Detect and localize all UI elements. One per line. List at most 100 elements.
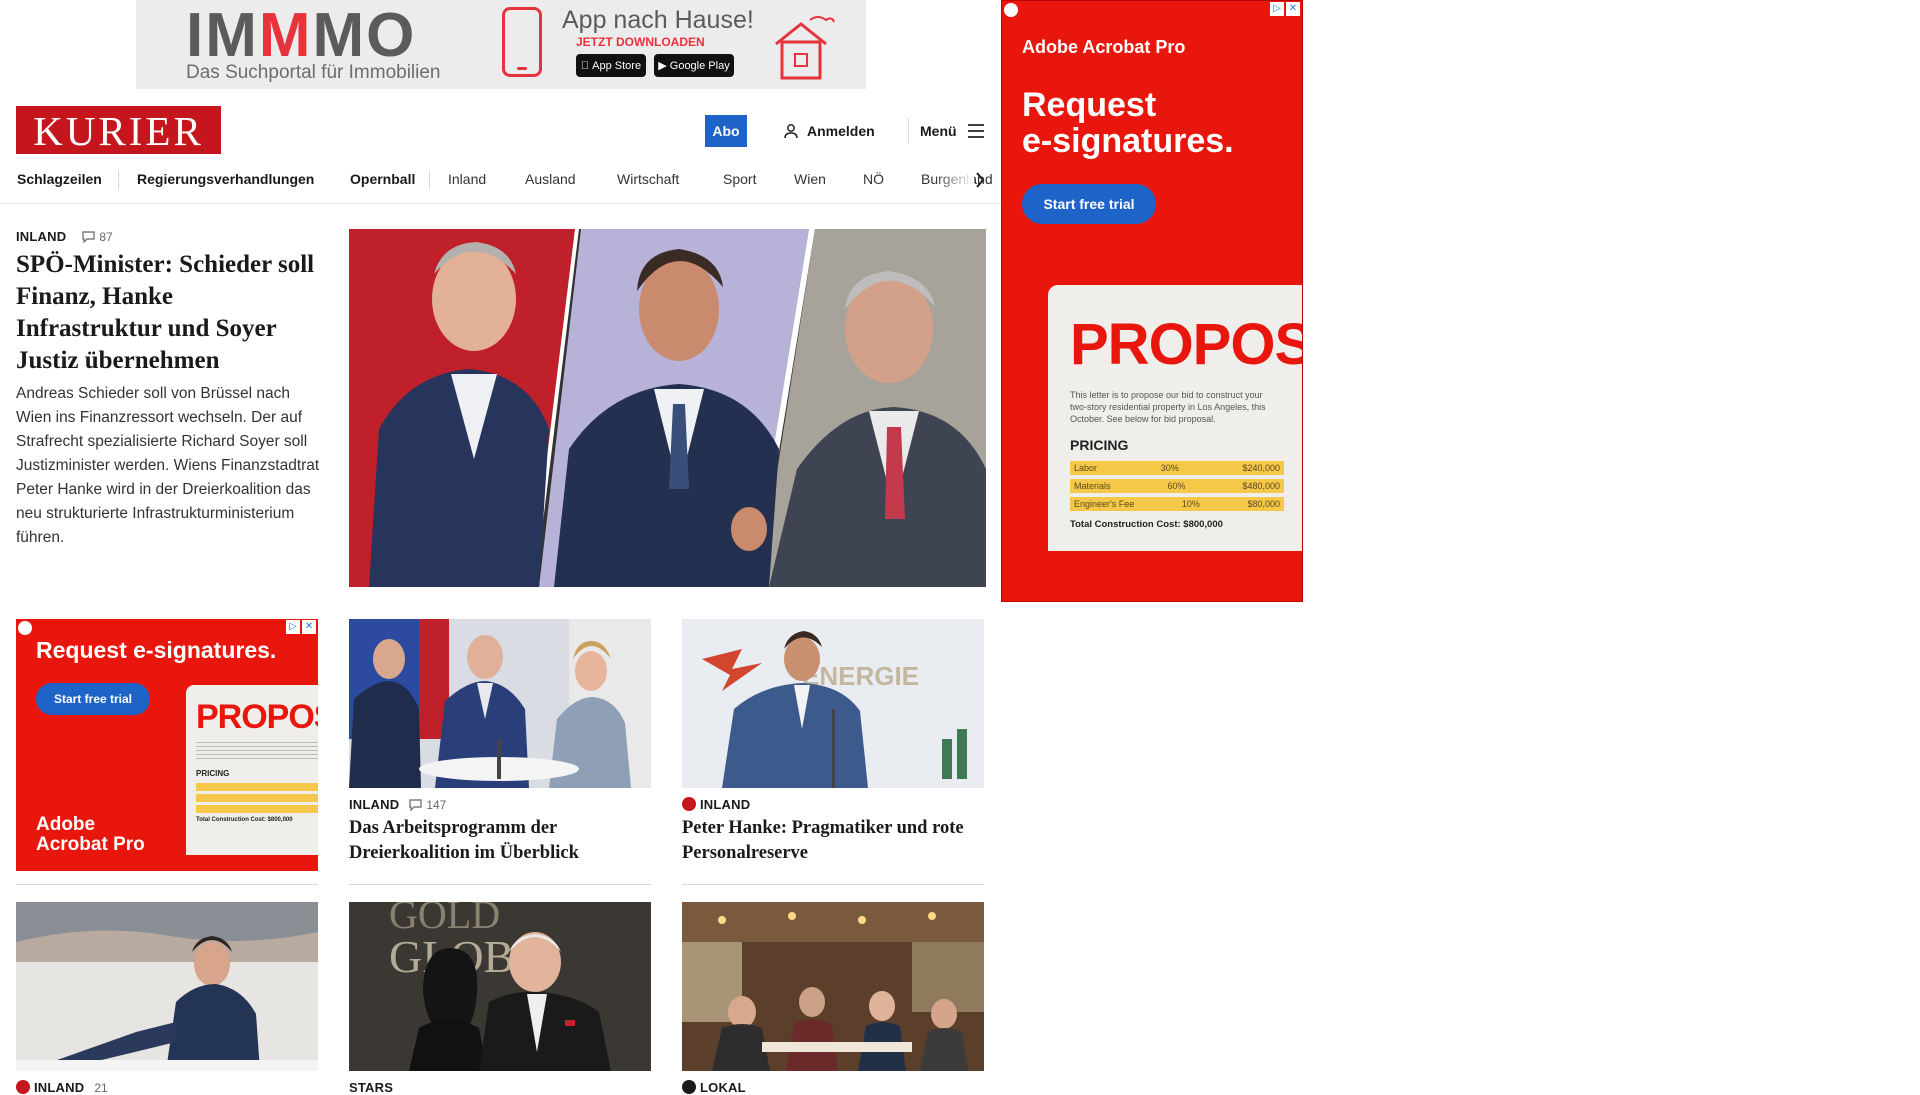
- restaurant-photo: [682, 902, 984, 1071]
- kurier-plus-icon: [682, 797, 696, 811]
- nav-separator: [429, 170, 430, 190]
- app-store-badge[interactable]: App Store: [576, 54, 646, 77]
- ad-brand: Adobe Acrobat Pro: [36, 814, 145, 855]
- card-headline[interactable]: Peter Hanke: Pragmatiker und rote Person…: [682, 816, 984, 866]
- doc-row: Labor 30% $240,000: [1070, 461, 1284, 475]
- doc-row: [196, 794, 318, 802]
- press-conference-photo: [349, 619, 651, 788]
- card-comment-count[interactable]: 21: [94, 1081, 107, 1095]
- menu-button[interactable]: Menü: [920, 119, 985, 143]
- google-play-badge[interactable]: ▶ Google Play: [654, 54, 734, 77]
- card-meta: LOKAL: [682, 1080, 746, 1095]
- header-divider: [908, 118, 909, 144]
- card-image[interactable]: [682, 902, 984, 1071]
- card-image[interactable]: GOLD GLOB: [349, 902, 651, 1071]
- card-rubric[interactable]: STARS: [349, 1080, 393, 1095]
- ad-subheadline: JETZT DOWNLOADEN: [576, 35, 705, 49]
- ad-info-icon[interactable]: [18, 621, 32, 635]
- close-icon[interactable]: ✕: [1286, 2, 1300, 16]
- lead-teaser: Andreas Schieder soll von Brüssel nach W…: [16, 385, 320, 546]
- skyscraper-ad[interactable]: ▷ ✕ Adobe Acrobat Pro Request e-signature…: [1001, 0, 1303, 602]
- kurier-plus-icon: [682, 1080, 696, 1094]
- top-banner-ad[interactable]: IMMMO Das Suchportal für Immobilien App …: [136, 0, 866, 89]
- login-link[interactable]: Anmelden: [783, 119, 875, 143]
- chevron-right-icon[interactable]: [974, 170, 986, 190]
- doc-title: PROPOSAL: [1070, 312, 1302, 377]
- card-rubric[interactable]: INLAND: [16, 1080, 84, 1095]
- ad-info-icon[interactable]: [1004, 3, 1018, 17]
- lead-photo-collage: [349, 229, 986, 587]
- hamburger-icon: [967, 124, 984, 138]
- nav-item-regierungsverhandlungen[interactable]: Regierungsverhandlungen: [137, 171, 314, 187]
- nav-item-sport[interactable]: Sport: [723, 171, 756, 187]
- doc-total: Total Construction Cost: $800,000: [1070, 519, 1223, 530]
- adchoices-icon[interactable]: ▷: [1270, 2, 1284, 16]
- ad-headline: Request e-signatures.: [1022, 86, 1234, 160]
- card-meta: INLAND: [682, 797, 750, 812]
- start-trial-button[interactable]: Start free trial: [1022, 184, 1156, 224]
- lead-meta: INLAND 87: [16, 229, 113, 244]
- doc-row: [196, 783, 318, 791]
- lead-image[interactable]: [349, 229, 986, 587]
- ad-brand: Adobe Acrobat Pro: [1022, 37, 1186, 57]
- comment-icon: [82, 230, 95, 243]
- doc-intro: [196, 739, 318, 761]
- adchoices[interactable]: ▷ ✕: [1270, 2, 1300, 16]
- apple-icon: : [581, 60, 589, 72]
- card-rubric[interactable]: INLAND: [349, 797, 399, 812]
- immmo-tagline: Das Suchportal für Immobilien: [186, 62, 441, 83]
- card-headline[interactable]: Das Arbeitsprogramm der Dreierkoalition …: [349, 816, 651, 866]
- phone-icon: [502, 7, 542, 77]
- lead-rubric[interactable]: INLAND: [16, 229, 66, 244]
- lead-headline[interactable]: SPÖ-Minister: Schieder soll Finanz, Hank…: [16, 249, 316, 377]
- proposal-document-image: PROPOSAL PRICING Total Construction Cost…: [186, 685, 318, 855]
- inline-ad[interactable]: ▷ ✕ Request e-signatures. Start free tri…: [16, 619, 318, 871]
- doc-row: Materials 60% $480,000: [1070, 479, 1284, 493]
- interview-photo: [16, 902, 318, 1071]
- nav-item-opernball[interactable]: Opernball: [350, 171, 415, 187]
- start-trial-button[interactable]: Start free trial: [36, 683, 150, 715]
- doc-intro: This letter is to propose our bid to con…: [1070, 390, 1266, 424]
- doc-pricing-label: PRICING: [1070, 437, 1129, 453]
- card-rubric[interactable]: LOKAL: [682, 1080, 746, 1095]
- nav-fade: [934, 164, 974, 196]
- kurier-logo[interactable]: KURIER: [16, 106, 221, 154]
- play-icon: ▶: [658, 60, 667, 72]
- card-comment-count[interactable]: 147: [409, 798, 446, 812]
- card-divider: [682, 884, 984, 885]
- nav-item-inland[interactable]: Inland: [448, 171, 486, 187]
- nav-item-wien[interactable]: Wien: [794, 171, 826, 187]
- abo-button[interactable]: Abo: [705, 115, 747, 147]
- nav-item-schlagzeilen[interactable]: Schlagzeilen: [17, 171, 102, 187]
- card-rubric[interactable]: INLAND: [682, 797, 750, 812]
- nav-item-ausland[interactable]: Ausland: [525, 171, 576, 187]
- doc-title: PROPOSAL: [196, 698, 318, 736]
- lead-comment-count[interactable]: 87: [82, 230, 113, 244]
- nav-item-wirtschaft[interactable]: Wirtschaft: [617, 171, 679, 187]
- kurier-plus-icon: [16, 1080, 30, 1094]
- close-icon[interactable]: ✕: [302, 620, 316, 634]
- doc-total: Total Construction Cost: $800,000: [196, 817, 293, 823]
- proposal-document-image: PROPOSAL This letter is to propose our b…: [1048, 285, 1302, 551]
- speaker-photo: ENERGIE: [682, 619, 984, 788]
- ad-headline: App nach Hause!: [562, 6, 754, 34]
- card-image[interactable]: ENERGIE: [682, 619, 984, 788]
- adchoices[interactable]: ▷ ✕: [286, 620, 316, 634]
- card-image[interactable]: [16, 902, 318, 1071]
- card-divider: [349, 884, 651, 885]
- ad-headline: Request e-signatures.: [36, 637, 277, 663]
- golden-globes-photo: GOLD GLOB: [349, 902, 651, 1071]
- card-meta: STARS: [349, 1080, 393, 1095]
- adchoices-icon[interactable]: ▷: [286, 620, 300, 634]
- house-icon: [775, 16, 835, 80]
- card-image[interactable]: [349, 619, 651, 788]
- card-meta: INLAND 21: [16, 1080, 108, 1095]
- nav-divider: [0, 203, 1002, 204]
- doc-row: [196, 805, 318, 813]
- card-divider: [16, 884, 318, 885]
- user-icon: [784, 124, 798, 139]
- doc-pricing-label: PRICING: [196, 769, 230, 778]
- card-meta: INLAND 147: [349, 797, 446, 812]
- nav-item-noe[interactable]: NÖ: [863, 171, 884, 187]
- doc-row: Engineer's Fee 10% $80,000: [1070, 497, 1284, 511]
